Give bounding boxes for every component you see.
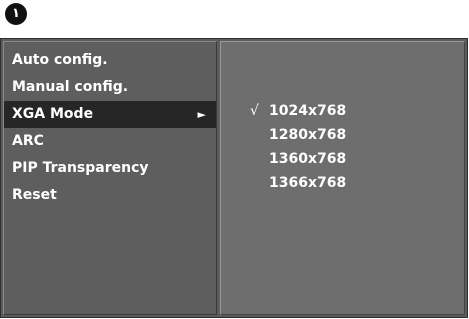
menu-item-label: Reset (12, 187, 57, 203)
triangle-right-icon: ► (197, 108, 206, 121)
resolution-option-1366x768[interactable]: 1366x768 (249, 171, 346, 195)
resolution-option-1360x768[interactable]: 1360x768 (249, 147, 346, 171)
step-number-badge: ١ (5, 3, 27, 25)
menu-item-auto-config[interactable]: Auto config. (4, 47, 216, 74)
main-menu-panel: Auto config. Manual config. XGA Mode ► A… (3, 41, 217, 315)
menu-item-xga-mode[interactable]: XGA Mode ► (4, 101, 216, 128)
menu-item-label: XGA Mode (12, 106, 94, 122)
menu-item-pip-transparency[interactable]: PIP Transparency (4, 155, 216, 182)
resolution-option-1024x768[interactable]: √ 1024x768 (249, 99, 346, 123)
main-menu-list: Auto config. Manual config. XGA Mode ► A… (4, 47, 216, 209)
menu-item-arc[interactable]: ARC (4, 128, 216, 155)
menu-item-reset[interactable]: Reset (4, 182, 216, 209)
resolution-option-label: 1024x768 (269, 103, 347, 119)
submenu-panel: √ 1024x768 1280x768 1360x768 1366x768 (220, 41, 465, 315)
resolution-option-1280x768[interactable]: 1280x768 (249, 123, 346, 147)
resolution-option-label: 1366x768 (269, 175, 347, 191)
menu-item-label: PIP Transparency (12, 160, 149, 176)
menu-item-label: ARC (12, 133, 44, 149)
resolution-option-list: √ 1024x768 1280x768 1360x768 1366x768 (249, 99, 346, 195)
osd-menu-window: Auto config. Manual config. XGA Mode ► A… (0, 38, 468, 318)
resolution-option-label: 1280x768 (269, 127, 347, 143)
resolution-option-label: 1360x768 (269, 151, 347, 167)
menu-item-label: Manual config. (12, 79, 129, 95)
checkmark-icon: √ (250, 103, 259, 119)
menu-item-manual-config[interactable]: Manual config. (4, 74, 216, 101)
menu-item-label: Auto config. (12, 52, 108, 68)
